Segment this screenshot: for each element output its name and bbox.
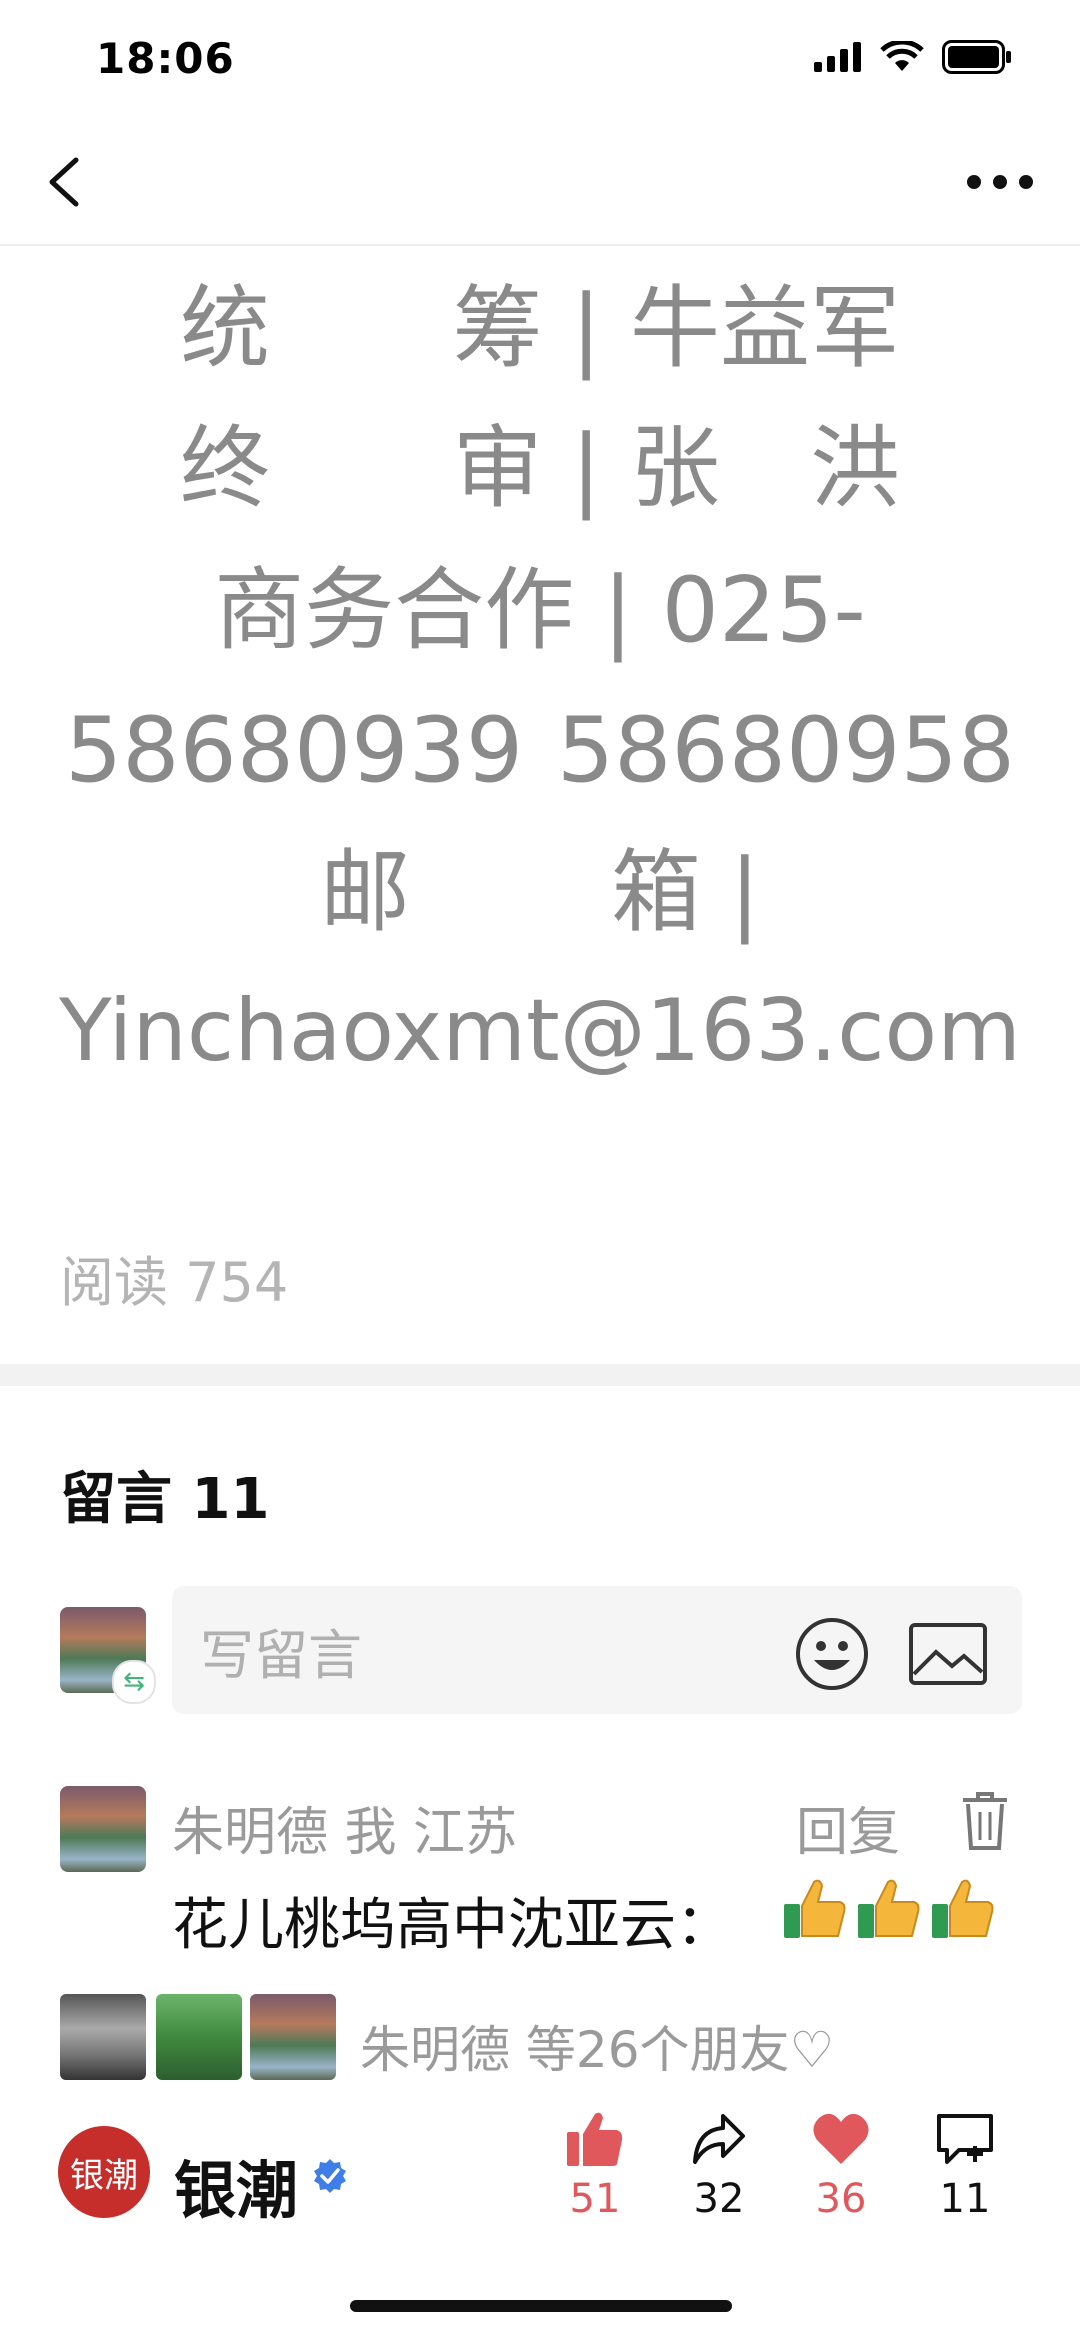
love-button[interactable]: 36 bbox=[796, 2110, 886, 2222]
read-count: 阅读 754 bbox=[60, 1238, 288, 1317]
verified-badge bbox=[312, 2158, 348, 2194]
like-button[interactable]: 51 bbox=[550, 2110, 640, 2222]
heart-icon bbox=[813, 2113, 869, 2164]
thumbs-up-emoji-icon bbox=[858, 1879, 920, 1938]
credit-line-4-right: 58680958 bbox=[556, 698, 1015, 803]
emoji-button[interactable] bbox=[794, 1616, 870, 1692]
credit-line-1-left: 统 bbox=[180, 276, 270, 381]
comment-text: 花儿桃坞高中沈亚云： bbox=[172, 1893, 732, 1958]
back-icon bbox=[49, 157, 79, 207]
credit-line-1: 统 筹 | 牛益军 bbox=[50, 284, 1030, 374]
read-label: 阅读 bbox=[60, 1251, 168, 1314]
battery-icon bbox=[942, 40, 1011, 74]
verified-icon bbox=[314, 2159, 346, 2193]
emoji-icon bbox=[796, 1618, 868, 1690]
comment-count: 11 bbox=[939, 2176, 991, 2222]
love-count: 36 bbox=[815, 2176, 867, 2222]
credit-line-4-left: 58680939 bbox=[65, 698, 524, 803]
comments-title-label: 留言 bbox=[60, 1467, 172, 1532]
credit-line-1-right: 筹 | 牛益军 bbox=[452, 276, 900, 381]
delete-button[interactable] bbox=[960, 1790, 1010, 1852]
comment-author: 朱明德 我 江苏 bbox=[172, 1803, 518, 1863]
signal-icon bbox=[814, 42, 861, 72]
credit-line-3: 商务合作 | 025- bbox=[214, 558, 866, 663]
brand-logo[interactable]: 银潮 bbox=[58, 2126, 150, 2218]
brand-name[interactable]: 银潮 bbox=[174, 2140, 298, 2230]
image-button[interactable] bbox=[908, 1622, 988, 1686]
share-icon bbox=[693, 2114, 745, 2164]
comments-title-count: 11 bbox=[191, 1467, 270, 1532]
credit-line-2: 终 审 | 张 洪 bbox=[50, 424, 1030, 514]
liker-avatar[interactable] bbox=[156, 1994, 242, 2080]
comments-title: 留言 11 bbox=[60, 1454, 269, 1535]
credit-line-5-right: 箱 | bbox=[611, 840, 760, 945]
likers-summary[interactable]: 朱明德 等26个朋友♡ bbox=[360, 2010, 834, 2082]
status-icons bbox=[814, 40, 1012, 74]
thumbs-up-emoji-icon bbox=[784, 1879, 846, 1938]
thumbs-up-icon bbox=[567, 2112, 623, 2166]
thumbs-up-emoji-icon bbox=[932, 1879, 994, 1938]
comment-input-placeholder: 写留言 bbox=[200, 1623, 362, 1687]
credit-line-5: 邮 箱 | bbox=[50, 848, 1030, 938]
wifi-icon bbox=[880, 41, 924, 71]
more-icon bbox=[967, 175, 1033, 189]
section-divider bbox=[0, 1364, 1080, 1386]
credit-line-2-left: 终 bbox=[180, 416, 270, 521]
nav-divider bbox=[0, 244, 1080, 246]
credit-line-2-right: 审 | 张 洪 bbox=[452, 416, 900, 521]
reply-button[interactable]: 回复 bbox=[796, 1790, 900, 1865]
comment-icon bbox=[937, 2114, 993, 2164]
more-button[interactable] bbox=[960, 150, 1040, 210]
share-button[interactable]: 32 bbox=[674, 2110, 764, 2222]
credit-line-4: 58680939 58680958 bbox=[50, 706, 1030, 796]
sync-badge-icon: ⇆ bbox=[112, 1660, 156, 1704]
comment-emoji-group bbox=[780, 1874, 998, 1944]
liker-avatar[interactable] bbox=[60, 1994, 146, 2080]
read-number: 754 bbox=[185, 1251, 289, 1314]
credit-line-5-left: 邮 bbox=[320, 840, 410, 945]
liker-avatar[interactable] bbox=[250, 1994, 336, 2080]
share-count: 32 bbox=[693, 2176, 745, 2222]
trash-icon bbox=[963, 1792, 1007, 1850]
status-time: 18:06 bbox=[96, 34, 235, 83]
comment-author-avatar[interactable] bbox=[60, 1786, 146, 1872]
image-icon bbox=[909, 1623, 987, 1685]
comment-button[interactable]: 11 bbox=[920, 2110, 1010, 2222]
back-button[interactable] bbox=[40, 140, 100, 220]
home-indicator[interactable] bbox=[350, 2300, 732, 2312]
credit-email: Yinchaoxmt@163.com bbox=[59, 981, 1021, 1081]
comment-input[interactable]: 写留言 bbox=[172, 1586, 1022, 1714]
like-count: 51 bbox=[569, 2176, 621, 2222]
